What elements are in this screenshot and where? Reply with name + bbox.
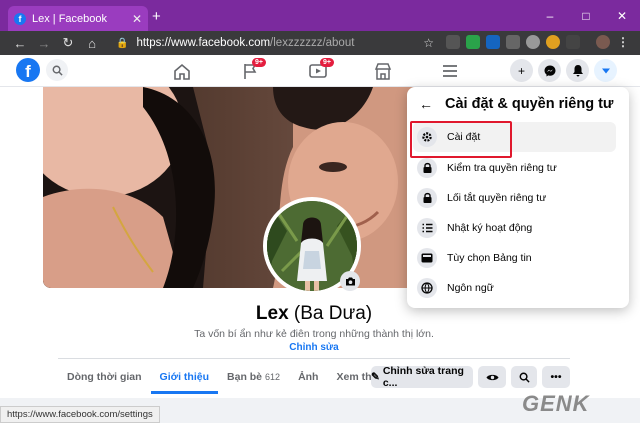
marketplace-icon[interactable] bbox=[372, 61, 394, 81]
new-tab-button[interactable]: + bbox=[152, 8, 161, 25]
lock-icon bbox=[417, 188, 437, 208]
window-controls: – □ ✕ bbox=[532, 0, 640, 31]
globe-icon bbox=[417, 278, 437, 298]
tab-title: Lex | Facebook bbox=[32, 12, 108, 25]
browser-tab-bar: f Lex | Facebook ✕ + – □ ✕ bbox=[0, 0, 640, 31]
edit-profile-label: Chỉnh sửa trang c... bbox=[382, 365, 464, 389]
menu-item-activity-log[interactable]: Nhật ký hoạt động bbox=[413, 213, 616, 243]
dropdown-title: Cài đặt & quyền riêng tư bbox=[445, 96, 614, 112]
profile-tabs: Dòng thời gian Giới thiệu Bạn bè 612 Ảnh … bbox=[58, 360, 404, 394]
browser-tab[interactable]: f Lex | Facebook ✕ bbox=[8, 6, 148, 31]
back-arrow-icon[interactable]: ← bbox=[8, 31, 32, 55]
menu-hamburger-icon[interactable] bbox=[439, 61, 461, 81]
search-profile-button[interactable] bbox=[511, 366, 537, 388]
forward-arrow-icon[interactable]: → bbox=[32, 31, 56, 55]
tab-label: Bạn bè bbox=[227, 371, 263, 383]
lock-icon bbox=[417, 158, 437, 178]
search-icon bbox=[519, 372, 530, 383]
puzzle-icon[interactable] bbox=[566, 35, 580, 49]
menu-item-language[interactable]: Ngôn ngữ bbox=[413, 273, 616, 303]
eye-icon bbox=[486, 374, 498, 380]
home-icon[interactable]: ⌂ bbox=[80, 31, 104, 55]
tab-photos[interactable]: Ảnh bbox=[289, 360, 327, 394]
tab-about[interactable]: Giới thiệu bbox=[150, 360, 219, 394]
create-plus-icon[interactable]: + bbox=[510, 59, 533, 82]
search-icon[interactable] bbox=[46, 59, 68, 81]
browser-status-bar: https://www.facebook.com/settings bbox=[0, 406, 160, 423]
extension-icon[interactable] bbox=[466, 35, 480, 49]
profile-first-name: Lex bbox=[255, 303, 289, 324]
close-tab-icon[interactable]: ✕ bbox=[132, 12, 142, 26]
extension-icon[interactable] bbox=[446, 35, 460, 49]
profile-alt-name: (Ba Dưa) bbox=[293, 303, 373, 324]
menu-item-label: Tùy chọn Bảng tin bbox=[447, 252, 532, 264]
tab-timeline[interactable]: Dòng thời gian bbox=[58, 360, 151, 394]
extension-icons: ⋮ bbox=[446, 35, 630, 49]
minimize-button[interactable]: – bbox=[532, 0, 568, 31]
account-dropdown-icon[interactable] bbox=[594, 59, 617, 82]
extension-icon[interactable] bbox=[546, 35, 560, 49]
back-arrow-icon[interactable]: ← bbox=[419, 96, 433, 112]
more-dots-icon: ••• bbox=[550, 371, 562, 383]
home-nav-icon[interactable] bbox=[171, 61, 193, 81]
lock-icon: 🔒 bbox=[116, 37, 129, 49]
extension-icon[interactable] bbox=[526, 35, 540, 49]
profile-divider bbox=[58, 358, 570, 359]
watch-video-icon[interactable]: 9+ bbox=[307, 58, 334, 81]
facebook-favicon-icon: f bbox=[14, 12, 26, 25]
address-bar: ← → ↻ ⌂ 🔒 https://www.facebook.com/lexzz… bbox=[0, 31, 640, 55]
url-path: /lexzzzzzz/about bbox=[270, 37, 355, 49]
maximize-button[interactable]: □ bbox=[568, 0, 604, 31]
menu-item-privacy-shortcuts[interactable]: Lối tắt quyền riêng tư bbox=[413, 183, 616, 213]
genk-watermark: GENK bbox=[522, 391, 590, 416]
edit-bio-label[interactable]: Chỉnh sửa bbox=[289, 342, 338, 353]
menu-item-label: Lối tắt quyền riêng tư bbox=[447, 192, 547, 204]
menu-item-label: Kiểm tra quyền riêng tư bbox=[447, 162, 557, 174]
more-vertical-icon[interactable]: ⋮ bbox=[616, 35, 630, 49]
pages-flag-icon[interactable]: 9+ bbox=[239, 58, 266, 81]
menu-item-news-feed-preferences[interactable]: Tùy chọn Bảng tin bbox=[413, 243, 616, 273]
tab-friends[interactable]: Bạn bè 612 bbox=[218, 360, 289, 394]
profile-bio: Ta vốn bí ẩn như kẻ điên trong những thà… bbox=[194, 328, 434, 340]
notification-badge: 9+ bbox=[252, 58, 266, 67]
facebook-logo-icon[interactable]: f bbox=[16, 58, 40, 82]
more-options-button[interactable]: ••• bbox=[542, 366, 570, 388]
feed-icon bbox=[417, 248, 437, 268]
tab-label: Ảnh bbox=[298, 371, 319, 383]
camera-icon[interactable] bbox=[340, 271, 360, 291]
url-field[interactable]: 🔒 https://www.facebook.com/lexzzzzzz/abo… bbox=[116, 34, 438, 52]
menu-item-label: Nhật ký hoạt động bbox=[447, 222, 533, 234]
notifications-bell-icon[interactable] bbox=[566, 59, 589, 82]
menu-item-label: Ngôn ngữ bbox=[447, 282, 494, 294]
close-window-button[interactable]: ✕ bbox=[604, 0, 640, 31]
extension-icon[interactable] bbox=[486, 35, 500, 49]
list-icon bbox=[417, 218, 437, 238]
facebook-header: f 9+ 9+ + bbox=[0, 55, 640, 87]
tab-label: Giới thiệu bbox=[159, 371, 210, 383]
messenger-icon[interactable] bbox=[538, 59, 561, 82]
pencil-icon: ✎ bbox=[371, 371, 380, 383]
star-icon[interactable]: ☆ bbox=[423, 36, 434, 50]
watch-badge: 9+ bbox=[320, 58, 334, 67]
dropdown-header: ← Cài đặt & quyền riêng tư bbox=[419, 96, 613, 112]
highlight-box bbox=[410, 121, 512, 158]
reload-icon[interactable]: ↻ bbox=[56, 31, 80, 55]
tab-label: Dòng thời gian bbox=[67, 371, 142, 383]
profile-avatar-icon[interactable] bbox=[596, 35, 610, 49]
extension-icon[interactable] bbox=[506, 35, 520, 49]
friends-count: 612 bbox=[265, 372, 281, 382]
view-as-button[interactable] bbox=[478, 366, 506, 388]
url-host: https://www.facebook.com bbox=[136, 37, 271, 49]
edit-profile-button[interactable]: ✎ Chỉnh sửa trang c... bbox=[371, 365, 473, 389]
edit-bio-link: Chỉnh sửa bbox=[0, 342, 628, 353]
